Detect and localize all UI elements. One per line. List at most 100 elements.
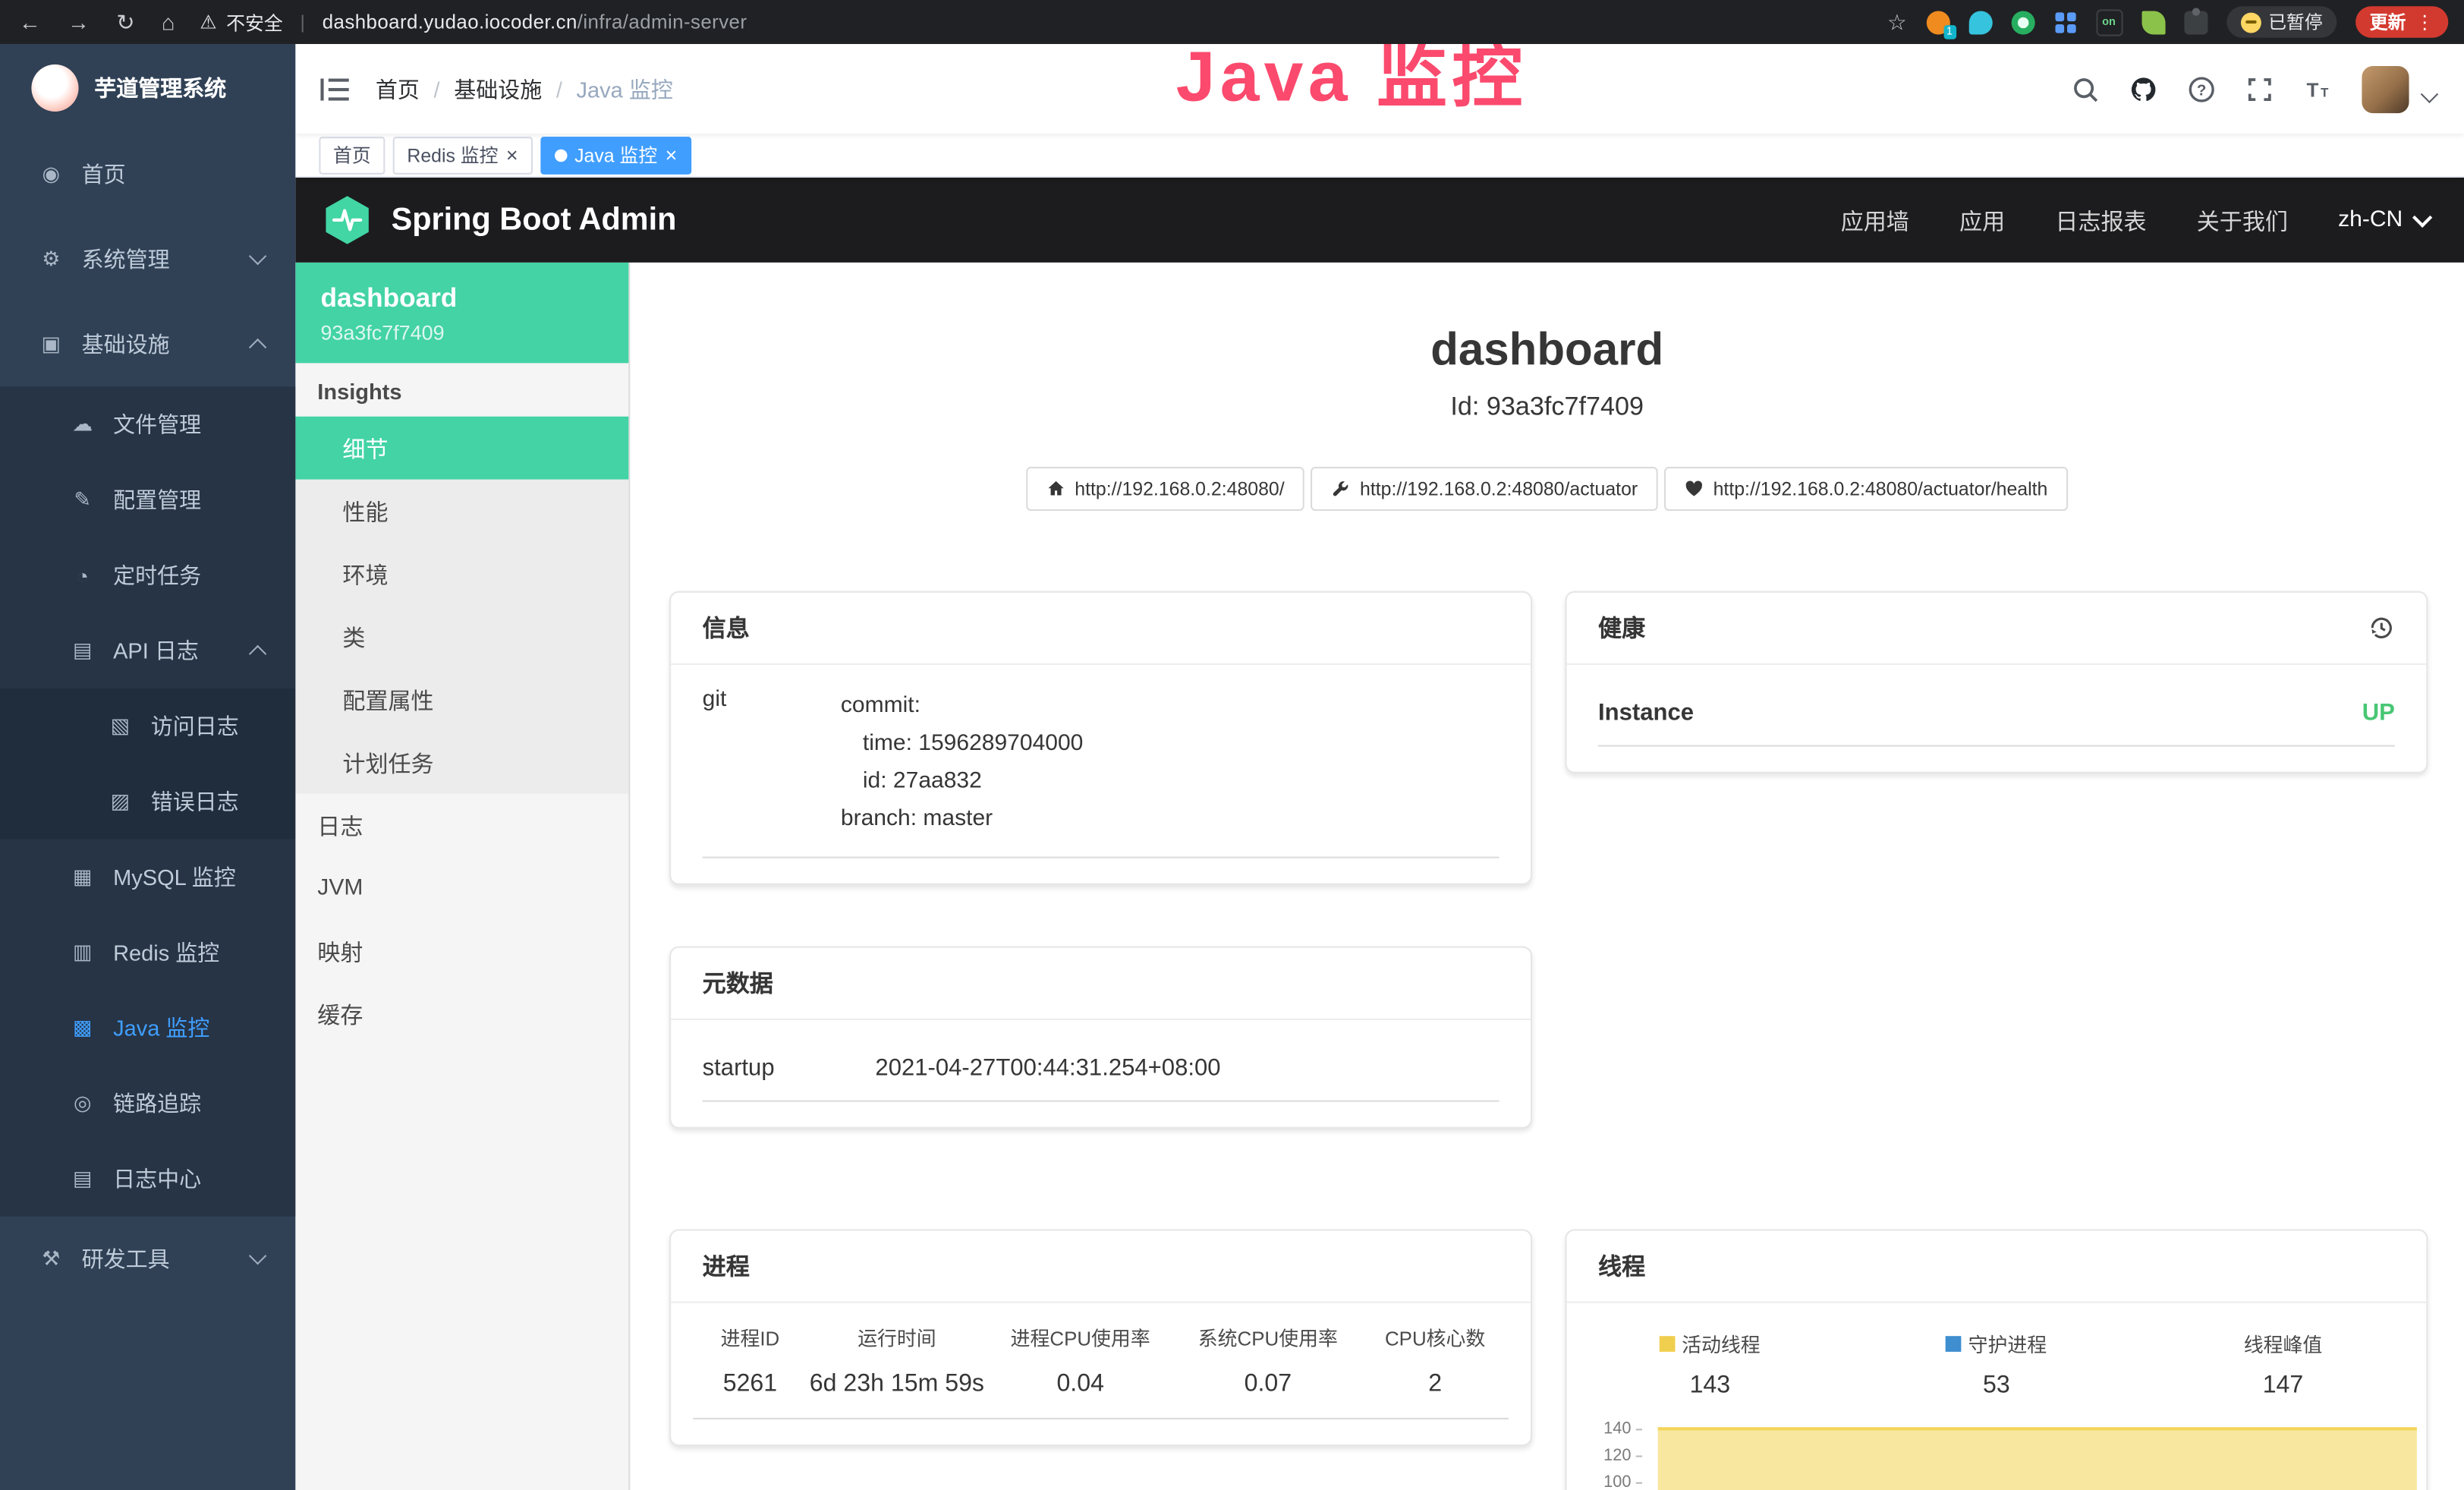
- sidebar-item-label: 错误日志: [151, 786, 239, 817]
- legend-value: 147: [2140, 1372, 2427, 1400]
- threads-legend: 活动线程 143 守护进程 53 线程峰值 147: [1567, 1303, 2427, 1400]
- sidebar-item-mysql[interactable]: ▦ MySQL 监控: [0, 840, 295, 915]
- tab-java-monitor[interactable]: Java 监控×: [540, 136, 691, 174]
- close-icon[interactable]: ×: [506, 145, 518, 165]
- profile-avatar-icon: [2240, 12, 2261, 33]
- card-title: 信息: [703, 612, 750, 644]
- svg-text:T: T: [2321, 84, 2329, 99]
- breadcrumb-home[interactable]: 首页: [376, 73, 420, 104]
- svg-text:T: T: [2307, 77, 2319, 100]
- svg-text:?: ?: [2197, 80, 2207, 98]
- sidebar-item-label: 文件管理: [113, 408, 201, 439]
- back-icon[interactable]: ←: [19, 11, 41, 33]
- sidebar-item-file[interactable]: ☁ 文件管理: [0, 386, 295, 461]
- search-icon[interactable]: [2071, 74, 2099, 102]
- menu-item-details[interactable]: 细节: [295, 417, 628, 480]
- threads-chart: 140 120 100: [1567, 1422, 2427, 1490]
- sba-brand[interactable]: Spring Boot Admin: [320, 194, 676, 247]
- sidebar-item-access-log[interactable]: ▧ 访问日志: [0, 688, 295, 764]
- health-url-link[interactable]: http://192.168.0.2:48080/actuator/health: [1664, 467, 2068, 511]
- service-url-link[interactable]: http://192.168.0.2:48080/: [1026, 467, 1304, 511]
- help-icon[interactable]: ?: [2188, 74, 2216, 102]
- user-avatar[interactable]: [2362, 65, 2409, 112]
- sidebar-item-devtools[interactable]: ⚒ 研发工具: [0, 1217, 295, 1302]
- app-logo[interactable]: 芋道管理系统: [0, 44, 295, 132]
- browser-chrome: ← → ↻ ⌂ ⚠ 不安全 | dashboard.yudao.iocoder.…: [0, 0, 2464, 44]
- browser-home-icon[interactable]: ⌂: [162, 11, 175, 33]
- github-icon[interactable]: [2129, 74, 2157, 102]
- sidebar-collapse-icon[interactable]: [320, 78, 348, 100]
- sidebar-item-java[interactable]: ▩ Java 监控: [0, 991, 295, 1066]
- profile-paused-chip[interactable]: 已暂停: [2226, 6, 2337, 37]
- sidebar-item-config[interactable]: ✎ 配置管理: [0, 462, 295, 537]
- access-log-icon: ▧: [107, 713, 134, 739]
- extension-leaf-icon[interactable]: [2141, 10, 2164, 33]
- threads-area-series: [1658, 1427, 2417, 1490]
- sidebar-item-infra[interactable]: ▣ 基础设施: [0, 302, 295, 387]
- tab-home[interactable]: 首页: [319, 136, 385, 174]
- sidebar-item-label: MySQL 监控: [113, 862, 236, 893]
- sba-nav-applications[interactable]: 应用: [1959, 203, 2005, 236]
- git-commit-time: time: 1596289704000: [841, 725, 1499, 763]
- menu-item-caches[interactable]: 缓存: [295, 982, 628, 1045]
- sidebar-item-trace[interactable]: ◎ 链路追踪: [0, 1066, 295, 1141]
- forward-icon[interactable]: →: [68, 11, 90, 33]
- menu-item-performance[interactable]: 性能: [295, 480, 628, 543]
- kebab-menu-icon[interactable]: ⋮: [2415, 11, 2434, 33]
- sidebar-item-label: 首页: [82, 159, 126, 190]
- extension-on-icon[interactable]: on: [2095, 8, 2122, 35]
- health-row[interactable]: Instance UP: [1598, 687, 2395, 747]
- sidebar-item-log-center[interactable]: ▤ 日志中心: [0, 1141, 295, 1216]
- menu-item-loggers[interactable]: 日志: [295, 794, 628, 857]
- menu-item-classes[interactable]: 类: [295, 605, 628, 668]
- extensions-puzzle-icon[interactable]: [2183, 10, 2207, 33]
- git-commit-id: id: 27aa832: [841, 762, 1499, 800]
- sidebar-item-job[interactable]: ◔ 定时任务: [0, 537, 295, 613]
- sidebar-item-api-log[interactable]: ▤ API 日志: [0, 613, 295, 688]
- url-host: dashboard.yudao.iocoder.cn: [323, 11, 577, 33]
- paused-label: 已暂停: [2268, 9, 2322, 34]
- sidebar-item-error-log[interactable]: ▨ 错误日志: [0, 764, 295, 839]
- locale-select[interactable]: zh-CN: [2338, 207, 2429, 232]
- fullscreen-icon[interactable]: [2245, 74, 2274, 102]
- extension-grid-icon[interactable]: [2053, 10, 2077, 33]
- sidebar-item-home[interactable]: ◉ 首页: [0, 132, 295, 217]
- page-title: dashboard: [630, 326, 2464, 377]
- cloud-icon: ☁: [69, 412, 96, 437]
- extension-icon[interactable]: 1: [1926, 10, 1949, 33]
- menu-item-jvm[interactable]: JVM: [295, 857, 628, 920]
- mysql-icon: ▦: [69, 865, 96, 890]
- browser-update-button[interactable]: 更新 ⋮: [2355, 6, 2448, 37]
- sba-logo-icon: [320, 194, 373, 247]
- menu-item-environment[interactable]: 环境: [295, 542, 628, 605]
- font-size-icon[interactable]: TT: [2304, 74, 2332, 102]
- extension-icon[interactable]: [2011, 10, 2034, 33]
- sba-nav-journal[interactable]: 日志报表: [2055, 203, 2146, 236]
- breadcrumb-separator: /: [556, 76, 562, 101]
- sba-nav-about[interactable]: 关于我们: [2197, 203, 2288, 236]
- actuator-url-link[interactable]: http://192.168.0.2:48080/actuator: [1311, 467, 1658, 511]
- menu-item-mappings[interactable]: 映射: [295, 919, 628, 982]
- instance-header[interactable]: dashboard 93a3fc7f7409: [295, 263, 628, 364]
- sba-nav-wallboard[interactable]: 应用墙: [1841, 203, 1909, 236]
- bookmark-star-icon[interactable]: ☆: [1887, 8, 1907, 35]
- avatar-caret-icon[interactable]: [2421, 84, 2438, 102]
- address-bar[interactable]: ⚠ 不安全 | dashboard.yudao.iocoder.cn/infra…: [200, 8, 747, 35]
- history-icon[interactable]: [2368, 615, 2395, 641]
- extension-icon[interactable]: [1968, 10, 1992, 33]
- menu-item-config-props[interactable]: 配置属性: [295, 668, 628, 731]
- topbar-actions: ? TT: [2071, 65, 2435, 112]
- reload-icon[interactable]: ↻: [116, 11, 134, 33]
- logo-avatar: [31, 65, 78, 112]
- sba-nav-links: 应用墙 应用 日志报表 关于我们 zh-CN: [1841, 203, 2430, 236]
- breadcrumb-infra[interactable]: 基础设施: [454, 73, 542, 104]
- info-row-git: git commit: time: 1596289704000 id: 27aa…: [703, 687, 1499, 858]
- close-icon[interactable]: ×: [666, 145, 678, 165]
- menu-item-scheduled-tasks[interactable]: 计划任务: [295, 731, 628, 794]
- sidebar-item-system[interactable]: ⚙ 系统管理: [0, 217, 295, 302]
- tab-redis-monitor[interactable]: Redis 监控×: [393, 136, 532, 174]
- metadata-key: startup: [703, 1055, 876, 1082]
- instance-links: http://192.168.0.2:48080/ http://192.168…: [630, 467, 2464, 511]
- sidebar-item-redis[interactable]: ▥ Redis 监控: [0, 915, 295, 990]
- warning-icon: ⚠: [200, 11, 216, 33]
